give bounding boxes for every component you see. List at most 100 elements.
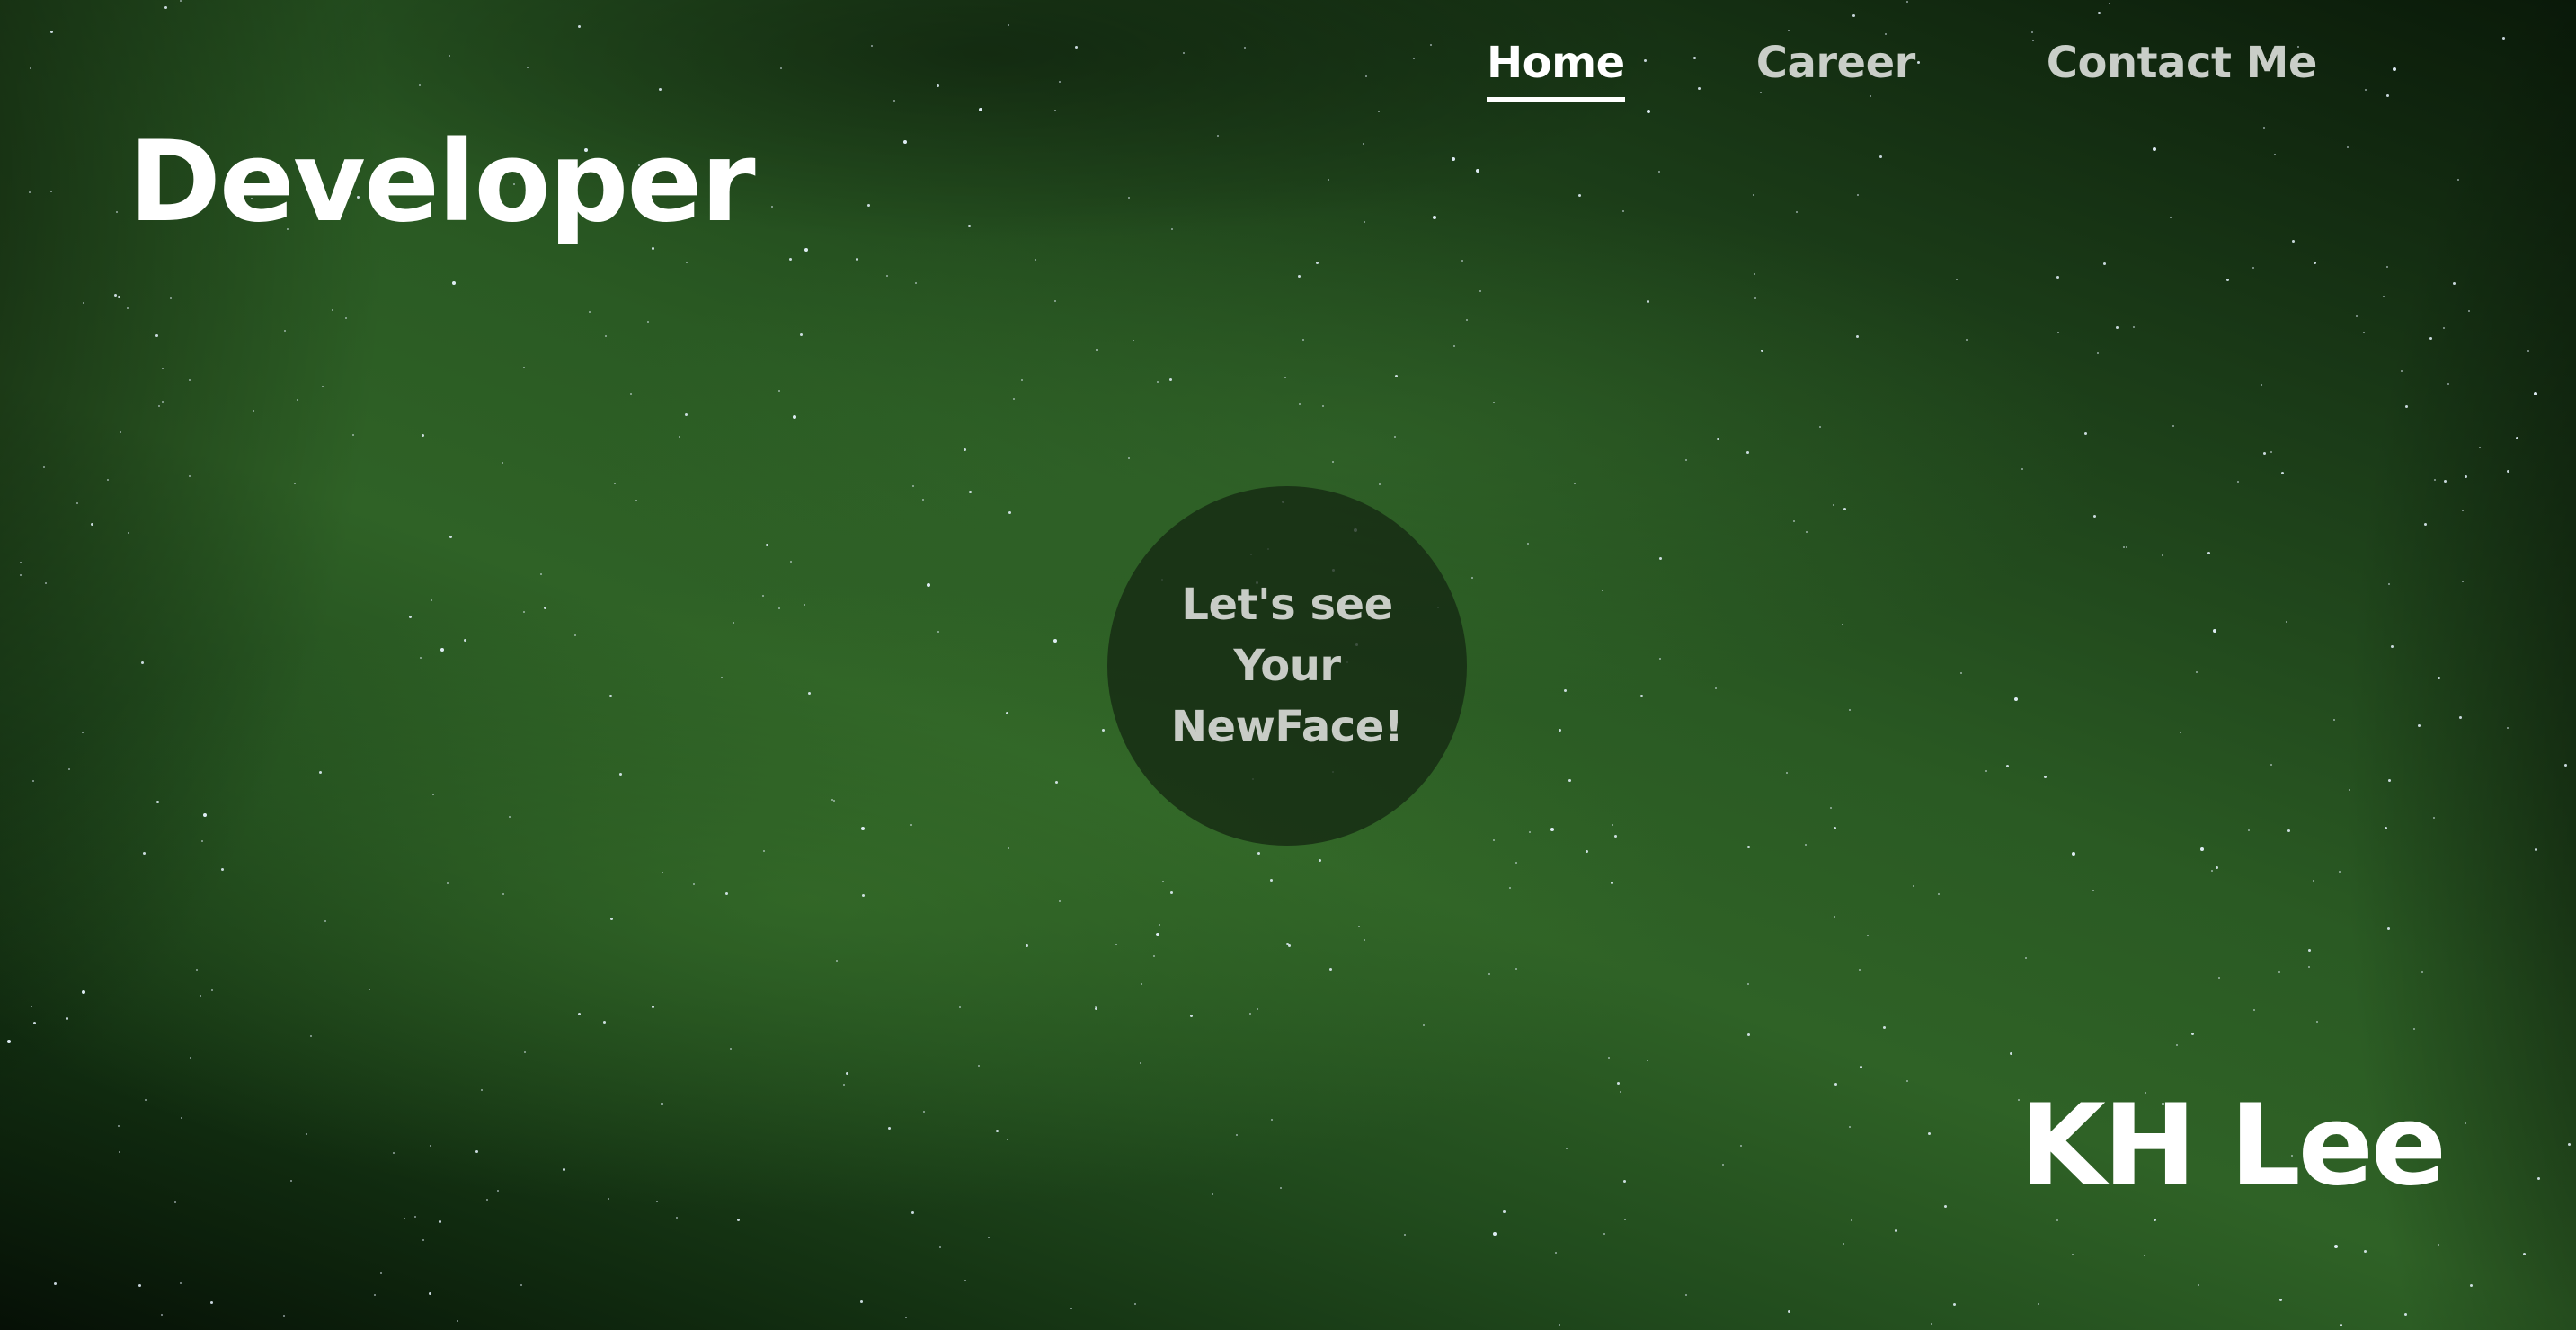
star-dot — [2523, 1253, 2526, 1255]
star-dot — [393, 1152, 395, 1154]
star-dot — [118, 296, 120, 298]
star-dot — [846, 1072, 848, 1075]
star-dot — [1956, 279, 1958, 280]
star-dot — [2153, 147, 2156, 151]
star-dot — [432, 794, 434, 795]
star-dot — [2443, 327, 2445, 329]
star-dot — [430, 1145, 431, 1147]
star-dot — [1906, 1, 1908, 3]
star-dot — [1834, 1083, 1837, 1086]
star-dot — [420, 657, 422, 659]
star-dot — [297, 399, 298, 401]
star-dot — [2364, 1250, 2367, 1253]
star-dot — [91, 523, 93, 526]
star-dot — [43, 466, 45, 468]
star-dot — [1059, 900, 1061, 902]
star-dot — [1527, 543, 1529, 545]
star-dot — [7, 1040, 11, 1043]
star-dot — [1378, 111, 1380, 112]
star-dot — [30, 67, 31, 69]
star-dot — [2479, 447, 2481, 448]
star-dot — [2363, 332, 2365, 333]
star-dot — [1102, 729, 1105, 732]
star-dot — [804, 248, 808, 252]
star-dot — [509, 816, 511, 818]
star-dot — [2537, 1177, 2540, 1180]
star-dot — [1578, 194, 1581, 197]
star-dot — [1806, 531, 1808, 533]
star-dot — [1928, 1132, 1931, 1135]
star-dot — [1647, 1060, 1648, 1061]
star-dot — [1685, 459, 1687, 461]
star-dot — [2252, 267, 2254, 269]
star-dot — [527, 66, 529, 68]
cta-label: Let's see Your NewFace! — [1152, 574, 1422, 758]
star-dot — [1931, 1323, 1932, 1325]
star-dot — [294, 483, 296, 484]
star-dot — [486, 1199, 488, 1201]
star-dot — [502, 893, 504, 895]
star-dot — [524, 1051, 526, 1053]
star-dot — [2093, 515, 2096, 518]
star-dot — [2433, 817, 2435, 819]
star-dot — [380, 1272, 382, 1274]
star-dot — [685, 413, 688, 416]
star-dot — [647, 321, 649, 323]
star-dot — [2438, 1244, 2439, 1246]
star-dot — [1659, 658, 1661, 660]
star-dot — [2281, 472, 2284, 474]
nav-home-link[interactable]: Home — [1487, 34, 1625, 102]
star-dot — [2123, 546, 2125, 548]
star-dot — [2211, 870, 2213, 872]
nav-career-link[interactable]: Career — [1756, 34, 1916, 102]
star-dot — [605, 335, 607, 337]
star-dot — [2438, 677, 2440, 679]
star-dot — [1217, 135, 1219, 137]
star-dot — [2462, 581, 2464, 582]
star-dot — [1433, 216, 1436, 219]
star-dot — [1212, 1193, 1213, 1195]
star-dot — [578, 25, 581, 28]
star-dot — [2072, 852, 2075, 856]
star-dot — [1754, 297, 1756, 299]
star-dot — [2365, 89, 2367, 91]
star-dot — [1298, 275, 1301, 278]
star-dot — [1842, 624, 1843, 625]
star-dot — [2200, 847, 2204, 851]
star-dot — [1555, 1252, 1557, 1254]
star-dot — [2470, 1284, 2473, 1287]
star-dot — [145, 1099, 147, 1101]
star-dot — [1529, 831, 1531, 833]
star-dot — [116, 211, 118, 213]
star-dot — [2391, 645, 2394, 648]
star-dot — [1623, 1180, 1626, 1183]
star-dot — [2356, 315, 2358, 317]
star-dot — [1788, 1310, 1790, 1313]
star-dot — [978, 1065, 980, 1067]
star-dot — [1075, 46, 1078, 49]
star-dot — [1171, 228, 1173, 230]
cta-button[interactable]: Let's see Your NewFace! — [1107, 486, 1467, 846]
star-dot — [1515, 862, 1517, 864]
star-dot — [725, 892, 728, 895]
star-dot — [1244, 47, 1246, 49]
star-dot — [475, 1150, 478, 1153]
star-dot — [319, 771, 322, 774]
star-dot — [778, 390, 780, 392]
star-dot — [2316, 1021, 2318, 1023]
star-dot — [2429, 337, 2432, 340]
star-dot — [2349, 789, 2350, 791]
star-dot — [1070, 1308, 1072, 1309]
star-dot — [1364, 221, 1365, 223]
star-dot — [630, 393, 632, 395]
star-dot — [1363, 143, 1364, 145]
star-dot — [979, 108, 982, 111]
star-dot — [1394, 436, 1396, 438]
star-dot — [1602, 590, 1603, 591]
star-dot — [2507, 470, 2509, 473]
star-dot — [2286, 621, 2287, 623]
star-dot — [164, 6, 167, 9]
nav-contact-link[interactable]: Contact Me — [2047, 34, 2318, 102]
star-dot — [693, 883, 695, 885]
star-dot — [2465, 475, 2467, 478]
